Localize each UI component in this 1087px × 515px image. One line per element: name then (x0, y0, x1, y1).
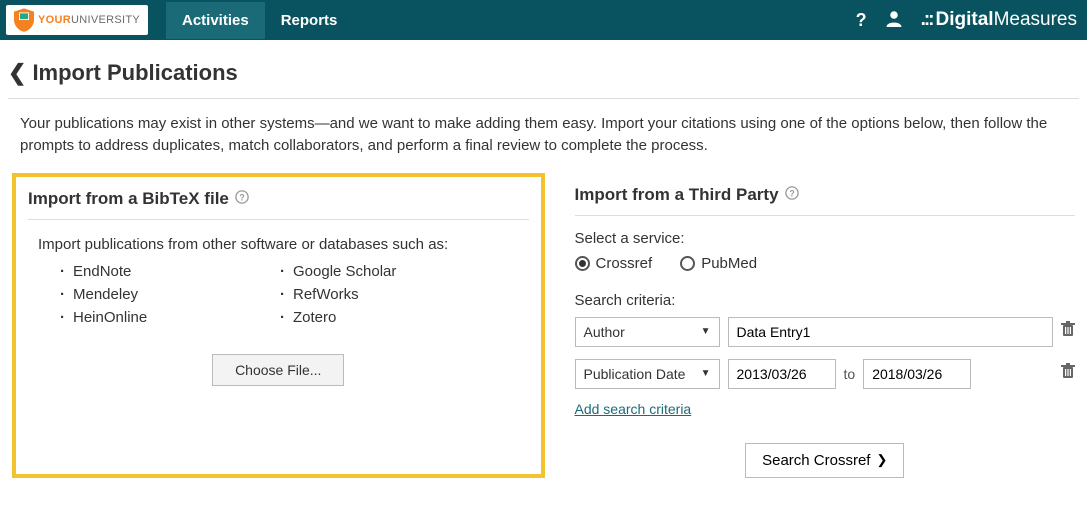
list-item: Zotero (280, 309, 500, 326)
service-pubmed[interactable]: PubMed (680, 255, 757, 272)
criteria-row-date: Publication Date ▼ to (575, 359, 1076, 389)
bibtex-desc: Import publications from other software … (38, 236, 529, 253)
nav-activities[interactable]: Activities (166, 2, 265, 39)
brand-digital: Digital (936, 9, 994, 31)
service-crossref[interactable]: Crossref (575, 255, 653, 272)
select-value: Author (584, 324, 625, 340)
brand-dots-icon: .:: (921, 9, 933, 31)
list-item: RefWorks (280, 286, 500, 303)
intro-text: Your publications may exist in other sys… (8, 99, 1079, 173)
logo-text-your: YOUR (38, 14, 71, 26)
add-criteria-link[interactable]: Add search criteria (575, 401, 692, 417)
caret-down-icon: ▼ (701, 368, 711, 379)
app-header: YOURUNIVERSITY Activities Reports ? .:: … (0, 0, 1087, 40)
page-title: Import Publications (32, 60, 237, 86)
dm-brand: .:: DigitalMeasures (921, 9, 1077, 31)
help-icon[interactable]: ? (856, 10, 867, 31)
criteria-row-author: Author ▼ (575, 317, 1076, 347)
thirdparty-help-icon[interactable]: ? (785, 186, 799, 203)
thirdparty-title: Import from a Third Party ? (575, 181, 1076, 216)
bibtex-panel: Import from a BibTeX file ? Import publi… (12, 173, 545, 478)
shield-icon (14, 8, 34, 32)
bibtex-lists: EndNote Mendeley HeinOnline Google Schol… (60, 263, 529, 332)
user-icon[interactable] (885, 9, 903, 32)
date-from-input[interactable] (728, 359, 836, 389)
select-value: Publication Date (584, 366, 686, 382)
radio-icon (575, 256, 590, 271)
bibtex-title-text: Import from a BibTeX file (28, 189, 229, 209)
list-item: EndNote (60, 263, 280, 280)
bibtex-title: Import from a BibTeX file ? (28, 185, 529, 220)
page-title-row: ❮ Import Publications (8, 54, 1079, 99)
delete-criteria-icon[interactable] (1061, 363, 1075, 384)
delete-criteria-icon[interactable] (1061, 321, 1075, 342)
radio-icon (680, 256, 695, 271)
search-btn-label: Search Crossref (762, 452, 870, 469)
criteria-label: Search criteria: (575, 292, 1076, 309)
main-nav: Activities Reports (166, 2, 353, 39)
criteria-field-select[interactable]: Publication Date ▼ (575, 359, 720, 389)
service-radio-group: Crossref PubMed (575, 255, 1076, 272)
brand-measures: Measures (994, 9, 1077, 31)
page-body: ❮ Import Publications Your publications … (0, 40, 1087, 502)
logo-text-university: UNIVERSITY (71, 14, 140, 26)
svg-text:?: ? (789, 189, 794, 199)
thirdparty-title-text: Import from a Third Party (575, 185, 779, 205)
columns: Import from a BibTeX file ? Import publi… (8, 173, 1079, 478)
back-chevron-icon[interactable]: ❮ (8, 60, 26, 86)
select-service-label: Select a service: (575, 230, 1076, 247)
criteria-field-select[interactable]: Author ▼ (575, 317, 720, 347)
choose-file-button[interactable]: Choose File... (212, 354, 344, 386)
svg-text:?: ? (239, 193, 244, 203)
search-crossref-button[interactable]: Search Crossref ❯ (745, 443, 904, 478)
to-label: to (844, 366, 856, 382)
date-to-input[interactable] (863, 359, 971, 389)
bibtex-help-icon[interactable]: ? (235, 190, 249, 207)
radio-label: PubMed (701, 255, 757, 272)
criteria-value-input[interactable] (728, 317, 1054, 347)
list-item: HeinOnline (60, 309, 280, 326)
caret-down-icon: ▼ (701, 326, 711, 337)
radio-label: Crossref (596, 255, 653, 272)
chevron-right-icon: ❯ (876, 452, 887, 468)
thirdparty-panel: Import from a Third Party ? Select a ser… (575, 173, 1076, 478)
list-item: Mendeley (60, 286, 280, 303)
list-item: Google Scholar (280, 263, 500, 280)
org-logo[interactable]: YOURUNIVERSITY (6, 5, 148, 35)
nav-reports[interactable]: Reports (265, 2, 354, 39)
